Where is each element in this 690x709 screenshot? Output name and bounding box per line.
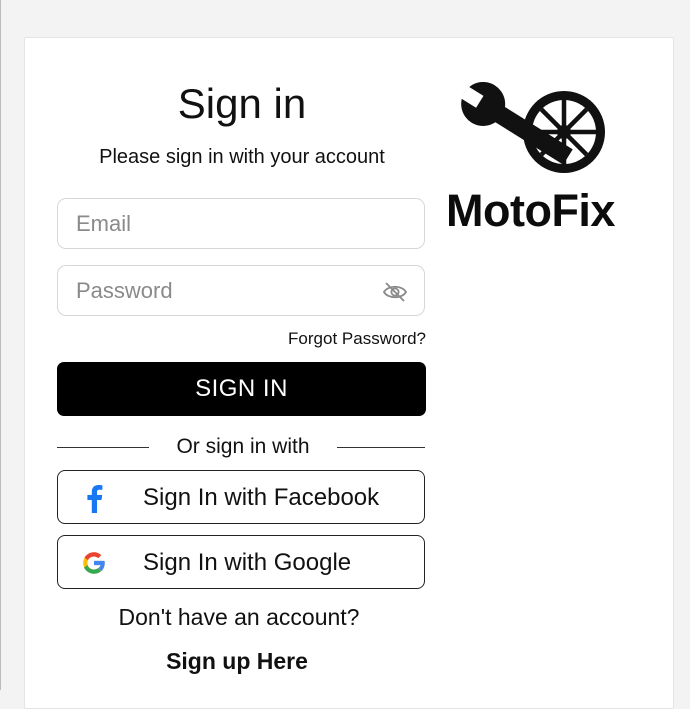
divider-line-left bbox=[57, 447, 149, 448]
facebook-icon bbox=[87, 485, 103, 513]
eye-off-icon[interactable] bbox=[382, 279, 408, 305]
facebook-signin-button[interactable]: Sign In with Facebook bbox=[57, 470, 425, 524]
page-subtitle: Please sign in with your account bbox=[99, 146, 385, 168]
page-title: Sign in bbox=[177, 80, 307, 127]
email-input[interactable] bbox=[58, 199, 424, 248]
signin-button[interactable]: SIGN IN bbox=[57, 362, 426, 416]
password-field[interactable] bbox=[57, 265, 425, 316]
google-signin-label: Sign In with Google bbox=[143, 549, 352, 576]
facebook-signin-label: Sign In with Facebook bbox=[143, 484, 380, 511]
no-account-text: Don't have an account? bbox=[118, 604, 360, 630]
password-input[interactable] bbox=[58, 266, 424, 315]
divider-line-right bbox=[337, 447, 425, 448]
email-field[interactable] bbox=[57, 198, 425, 249]
wrench-wheel-icon bbox=[460, 82, 605, 173]
google-signin-button[interactable]: Sign In with Google bbox=[57, 535, 425, 589]
forgot-password-link[interactable]: Forgot Password? bbox=[288, 329, 426, 349]
signup-link[interactable]: Sign up Here bbox=[58, 648, 416, 675]
divider-label: Or sign in with bbox=[176, 435, 310, 458]
window-edge bbox=[0, 0, 1, 690]
brand-logo-text: MotoFix bbox=[446, 185, 615, 236]
google-icon bbox=[83, 552, 106, 574]
